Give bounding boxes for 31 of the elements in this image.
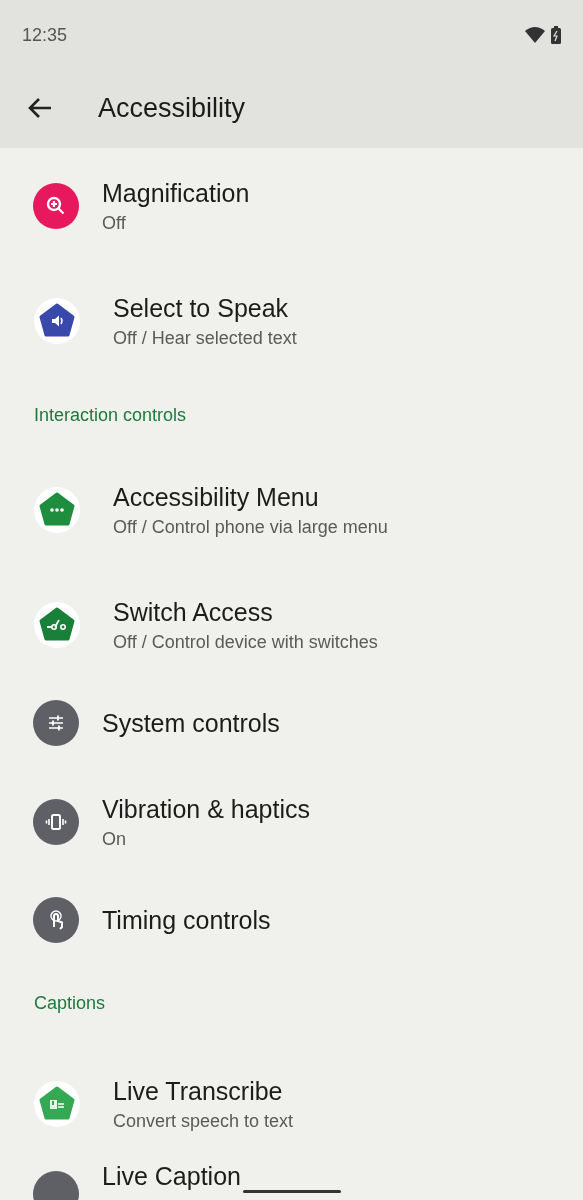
setting-item[interactable]: Magnification Off: [0, 148, 583, 263]
setting-item[interactable]: Accessibility Menu Off / Control phone via large menu: [0, 452, 583, 567]
setting-title: System controls: [102, 708, 280, 738]
setting-item[interactable]: Live Transcribe Convert speech to text: [0, 1046, 583, 1161]
setting-title: Magnification: [102, 177, 250, 208]
setting-title: Timing controls: [102, 905, 271, 935]
setting-title: Vibration & haptics: [102, 793, 310, 824]
setting-summary: Convert speech to text: [113, 1109, 294, 1132]
setting-title: Accessibility Menu: [113, 481, 320, 512]
battery-icon: [551, 26, 561, 44]
setting-title: Select to Speak: [113, 292, 290, 323]
setting-title: Live Caption: [102, 1161, 241, 1191]
setting-summary: Off: [102, 211, 127, 234]
setting-summary: Off / Control device with switches: [113, 630, 378, 653]
screen-title: Accessibility: [98, 92, 246, 124]
setting-summary: On: [102, 827, 127, 850]
setting-title: Switch Access: [113, 596, 274, 627]
status-time: 12:35: [22, 24, 68, 46]
section-header: Captions: [34, 993, 106, 1014]
setting-summary: Off / Control phone via large menu: [113, 515, 388, 538]
setting-title: Live Transcribe: [113, 1075, 284, 1106]
gesture-handle[interactable]: [243, 1190, 341, 1193]
setting-item[interactable]: Switch Access Off / Control device with switches: [0, 567, 583, 682]
section-header: Interaction controls: [34, 404, 187, 426]
setting-item[interactable]: System controls: [0, 682, 583, 764]
setting-item[interactable]: Timing controls: [0, 879, 583, 961]
setting-item[interactable]: Select to Speak Off / Hear selected text: [0, 263, 583, 378]
setting-summary: Off / Hear selected text: [113, 326, 297, 349]
setting-item[interactable]: Vibration & haptics On: [0, 764, 583, 879]
setting-item[interactable]: Live Caption: [0, 1161, 583, 1200]
wifi-icon: [525, 27, 545, 43]
